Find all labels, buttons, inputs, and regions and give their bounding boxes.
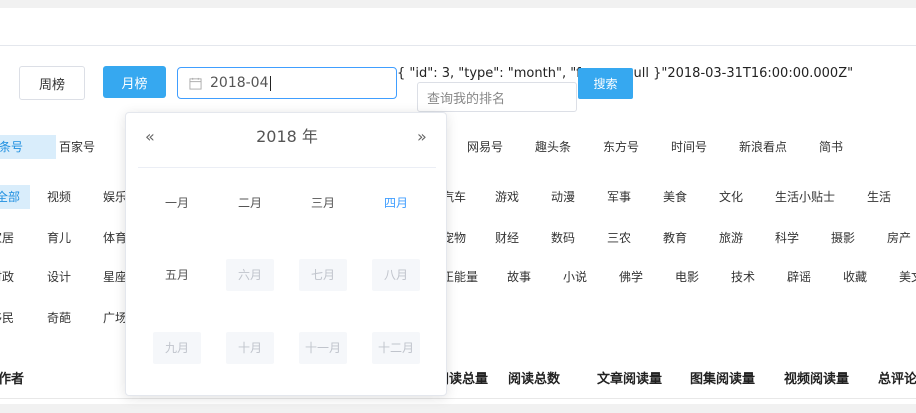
month-cell[interactable]: 三月 bbox=[299, 187, 347, 219]
picker-divider bbox=[138, 167, 436, 168]
category-tag[interactable]: 技术 bbox=[727, 265, 759, 289]
month-cell: 九月 bbox=[153, 332, 201, 364]
category-tag[interactable]: 小说 bbox=[559, 265, 591, 289]
month-cell: 七月 bbox=[299, 259, 347, 291]
table-header-cell[interactable]: 视频阅读量 bbox=[784, 368, 849, 387]
month-cell[interactable]: 二月 bbox=[226, 187, 274, 219]
table-header-cell[interactable]: 总评论 bbox=[878, 368, 916, 387]
platform-tab[interactable]: 趣头条 bbox=[531, 135, 575, 159]
category-tag[interactable]: 军事 bbox=[603, 185, 635, 209]
category-tag[interactable]: 辟谣 bbox=[783, 265, 815, 289]
category-tag[interactable]: 游戏 bbox=[491, 185, 523, 209]
table-header-cell[interactable]: 图集阅读量 bbox=[690, 368, 755, 387]
month-cell: 十二月 bbox=[372, 332, 420, 364]
double-chevron-right-icon[interactable]: » bbox=[417, 127, 427, 147]
text-caret bbox=[269, 75, 271, 91]
platform-tab[interactable]: 新浪看点 bbox=[735, 135, 791, 159]
calendar-icon bbox=[189, 77, 202, 90]
header-bar bbox=[0, 8, 916, 46]
category-tag[interactable]: 旅游 bbox=[715, 226, 747, 250]
category-tag[interactable]: 三农 bbox=[603, 226, 635, 250]
category-tag[interactable]: 美食 bbox=[659, 185, 691, 209]
table-header-cell[interactable]: 作者 bbox=[0, 368, 24, 387]
month-picker-popup: « 2018 年 » 一月 二月 三月 四月 五月 六月 七月 八月 九月 十月 十一月 十二月 bbox=[125, 112, 447, 396]
category-tag[interactable]: 家居 bbox=[0, 226, 18, 250]
category-tag[interactable]: 奇葩 bbox=[43, 306, 75, 330]
month-cell: 八月 bbox=[372, 259, 420, 291]
category-tag[interactable]: 收藏 bbox=[839, 265, 871, 289]
week-rank-button[interactable]: 周榜 bbox=[19, 66, 85, 100]
category-tag[interactable]: 美文 bbox=[895, 265, 916, 289]
bottom-band bbox=[0, 404, 916, 413]
category-tag[interactable]: 育儿 bbox=[43, 226, 75, 250]
category-tag[interactable]: 摄影 bbox=[827, 226, 859, 250]
category-tag[interactable]: 全部 bbox=[0, 185, 30, 209]
debug-json-part-2: null }"2018-03-31T16:00:00.000Z" bbox=[625, 66, 854, 81]
month-cell: 十月 bbox=[226, 332, 274, 364]
category-tag[interactable]: 财经 bbox=[491, 226, 523, 250]
top-band bbox=[0, 0, 916, 8]
rank-search-placeholder: 查询我的排名 bbox=[427, 91, 506, 107]
category-tag[interactable]: 视频 bbox=[43, 185, 75, 209]
category-tag[interactable]: 教育 bbox=[659, 226, 691, 250]
rank-search-input[interactable]: 查询我的排名 bbox=[417, 82, 577, 112]
date-input-value: 2018-04 bbox=[210, 75, 269, 91]
month-cell[interactable]: 一月 bbox=[153, 187, 201, 219]
category-tag[interactable]: 移民 bbox=[0, 306, 18, 330]
search-button[interactable]: 搜索 bbox=[578, 68, 633, 99]
category-tag[interactable]: 时政 bbox=[0, 265, 18, 289]
category-tag[interactable]: 电影 bbox=[671, 265, 703, 289]
category-tag[interactable]: 设计 bbox=[43, 265, 75, 289]
month-date-input[interactable]: 2018-04 bbox=[177, 67, 397, 99]
category-tag[interactable]: 动漫 bbox=[547, 185, 579, 209]
category-tag[interactable]: 故事 bbox=[503, 265, 535, 289]
month-rank-button[interactable]: 月榜 bbox=[103, 66, 166, 98]
category-tag[interactable]: 生活 bbox=[863, 185, 895, 209]
platform-tab[interactable]: 东方号 bbox=[599, 135, 643, 159]
platform-tab[interactable]: 网易号 bbox=[463, 135, 507, 159]
platform-tab[interactable]: 头条号 bbox=[0, 135, 56, 159]
month-cell: 六月 bbox=[226, 259, 274, 291]
category-tag[interactable]: 生活小贴士 bbox=[771, 185, 839, 209]
picker-year-label[interactable]: 2018 年 bbox=[126, 127, 448, 147]
table-header-cell[interactable]: 阅读总数 bbox=[508, 368, 560, 387]
debug-json-part-1: { "id": 3, "type": "month", "f bbox=[397, 66, 580, 81]
table-header-cell[interactable]: 文章阅读量 bbox=[597, 368, 662, 387]
month-cell[interactable]: 四月 bbox=[372, 187, 420, 219]
platform-tab[interactable]: 简书 bbox=[815, 135, 847, 159]
month-cell: 十一月 bbox=[299, 332, 347, 364]
month-cell[interactable]: 五月 bbox=[153, 259, 201, 291]
platform-tab[interactable]: 时间号 bbox=[667, 135, 711, 159]
category-tag[interactable]: 佛学 bbox=[615, 265, 647, 289]
category-tag[interactable]: 数码 bbox=[547, 226, 579, 250]
platform-tab[interactable]: 百家号 bbox=[55, 135, 99, 159]
category-tag[interactable]: 科学 bbox=[771, 226, 803, 250]
category-tag[interactable]: 文化 bbox=[715, 185, 747, 209]
category-tag[interactable]: 房产 bbox=[883, 226, 915, 250]
